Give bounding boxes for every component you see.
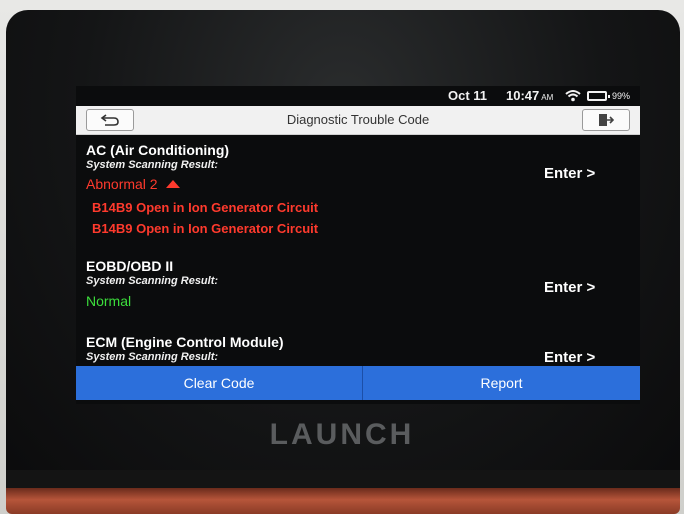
wifi-icon [565,90,581,102]
brand-logo: LAUNCH [269,418,415,451]
report-button[interactable]: Report [363,366,640,400]
status-time: 10:47 AM [506,88,553,103]
device-case [6,488,680,514]
clear-code-button[interactable]: Clear Code [76,366,363,400]
system-name: EOBD/OBD II [86,258,174,274]
dtc-line: B14B9 Open in Ion Generator Circuit [92,200,319,215]
exit-button[interactable] [582,109,630,131]
status-date: Oct 11 [448,88,488,103]
status-time-value: 10:47 [506,88,540,103]
enter-button-eobd[interactable]: Enter > [544,279,595,296]
status-bar: Oct 11 10:47 AM 99% [76,86,640,106]
system-name: ECM (Engine Control Module) [86,334,284,350]
system-item-ac: AC (Air Conditioning) System Scanning Re… [86,142,630,236]
battery-icon [587,91,610,101]
status-battery: 99% [612,91,631,101]
system-status-text: Abnormal 2 [86,176,158,192]
dtc-line: B14B9 Open in Ion Generator Circuit [92,221,319,236]
title-bar: Diagnostic Trouble Code [76,106,640,135]
exit-icon [599,114,614,126]
system-name: AC (Air Conditioning) [86,142,230,158]
bottom-button-bar: Clear Code Report [76,366,640,404]
screen: Oct 11 10:47 AM 99% Diagnostic Trouble Co… [76,86,640,404]
collapse-triangle-icon [165,180,180,188]
status-ampm: AM [541,93,554,102]
page-title: Diagnostic Trouble Code [286,112,430,127]
enter-button-ecm[interactable]: Enter > [544,349,595,366]
enter-button-ac[interactable]: Enter > [544,165,595,182]
